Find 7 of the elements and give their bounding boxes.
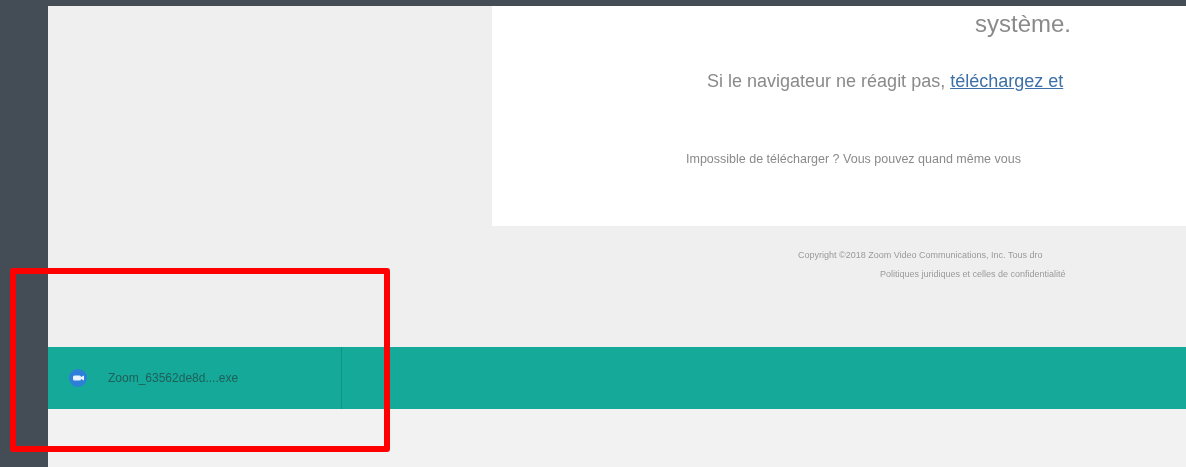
download-item[interactable]: Zoom_63562de8d....exe <box>108 369 239 387</box>
copyright-text: Copyright ©2018 Zoom Video Communications, Inc. Tous dro <box>798 249 1043 262</box>
legal-link[interactable]: Politiques juridiques et celles de confidentialité <box>880 267 1066 281</box>
heading-text: système. <box>975 9 1072 39</box>
fallback-text: Si le navigateur ne réagit pas, téléchargez et <box>707 70 1064 93</box>
hint-text: Impossible de télécharger ? Vous pouvez quand même vous <box>686 151 1021 168</box>
download-link[interactable]: téléchargez et <box>950 71 1064 91</box>
